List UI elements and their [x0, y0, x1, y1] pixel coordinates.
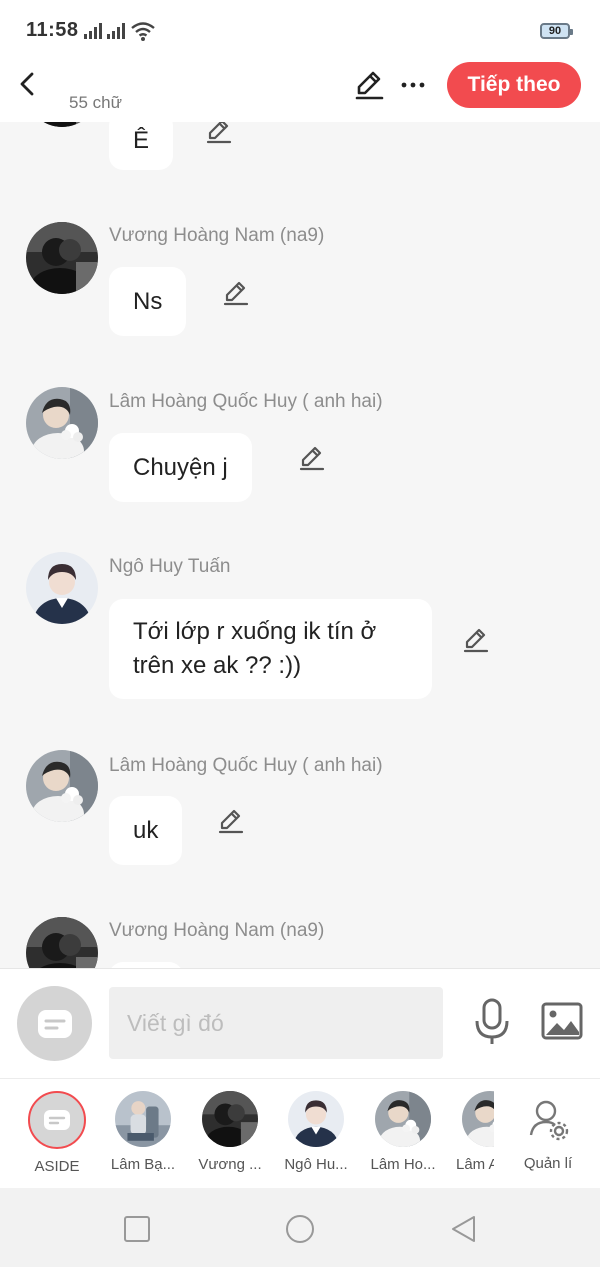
aside-button[interactable] [17, 986, 92, 1061]
back-arrow-icon[interactable] [14, 66, 44, 102]
next-button[interactable]: Tiếp theo [447, 62, 581, 108]
character-name: Quản lí [523, 1155, 573, 1172]
message-text: Ê [133, 127, 150, 154]
character-name: Lâm A [456, 1156, 494, 1173]
character-item[interactable]: Vương ... [187, 1091, 273, 1173]
word-count: 55 chữ [69, 93, 122, 112]
avatar[interactable] [26, 387, 98, 459]
character-item[interactable]: Lâm A [446, 1091, 494, 1173]
image-icon[interactable] [541, 1002, 583, 1040]
manage-user-icon [529, 1100, 569, 1141]
sender-name: Lâm Hoàng Quốc Huy ( anh hai) [109, 755, 383, 776]
avatar[interactable] [26, 750, 98, 822]
character-name: Lâm Bạ... [110, 1156, 176, 1173]
avatar [288, 1091, 344, 1147]
message-input[interactable] [109, 987, 443, 1059]
edit-pen-icon[interactable] [297, 443, 327, 473]
avatar [202, 1091, 258, 1147]
avatar [462, 1091, 494, 1147]
sender-name: Vương Hoàng Nam (na9) [109, 225, 325, 246]
message-bubble[interactable]: Tới lớp r xuống ik tín ở trên xe ak ?? :… [109, 599, 432, 699]
battery-icon: 90 [540, 23, 573, 39]
character-item[interactable]: Lâm Bạ... [100, 1091, 186, 1173]
character-aside[interactable]: ASIDE [14, 1091, 100, 1175]
sender-name: Ngô Huy Tuấn [109, 556, 231, 577]
pen-icon[interactable] [352, 68, 386, 102]
message-bubble[interactable]: uk [109, 796, 183, 865]
message-text: Chuyện j [133, 453, 228, 481]
character-name: Ngô Hu... [284, 1156, 348, 1173]
message-text-line: Tới lớp r xuống ik tín ở [133, 618, 377, 645]
edit-pen-icon[interactable] [204, 122, 234, 146]
more-icon[interactable] [398, 70, 428, 100]
character-name: Vương ... [198, 1156, 262, 1173]
wifi-icon [131, 22, 155, 41]
signal-icon [107, 23, 125, 39]
top-bar: 55 chữ Tiếp theo [0, 62, 600, 122]
sender-name: Vương Hoàng Nam (na9) [109, 920, 325, 941]
character-item[interactable]: Lâm Ho... [360, 1091, 446, 1173]
character-item[interactable]: Ngô Hu... [273, 1091, 359, 1173]
system-nav-bar [0, 1188, 600, 1267]
character-bar: ASIDE Lâm Bạ... Vương ... Ngô Hu... Lâm … [0, 1078, 600, 1188]
signal-icon [84, 23, 102, 39]
character-name: ASIDE [34, 1158, 80, 1175]
message-bubble[interactable]: Chuyện j [109, 433, 252, 502]
aside-avatar [28, 1091, 86, 1149]
character-name: Lâm Ho... [370, 1156, 436, 1173]
message-bubble[interactable]: Ê [109, 122, 174, 170]
home-icon[interactable] [285, 1214, 315, 1244]
message-bubble[interactable]: Ns [109, 267, 187, 336]
aside-icon [37, 1009, 72, 1038]
recent-apps-icon[interactable] [122, 1214, 152, 1244]
edit-pen-icon[interactable] [221, 278, 251, 308]
message-text: Ns [133, 287, 163, 315]
avatar[interactable] [26, 122, 98, 127]
avatar [115, 1091, 171, 1147]
avatar[interactable] [26, 552, 98, 624]
message-text-line: trên xe ak ?? :)) [133, 652, 302, 679]
sender-name: Lâm Hoàng Quốc Huy ( anh hai) [109, 391, 383, 412]
avatar [375, 1091, 431, 1147]
edit-pen-icon[interactable] [461, 625, 491, 655]
edit-pen-icon[interactable] [216, 806, 246, 836]
back-icon[interactable] [449, 1214, 479, 1244]
avatar[interactable] [26, 222, 98, 294]
battery-level: 90 [548, 25, 562, 37]
mic-icon[interactable] [472, 997, 512, 1047]
message-text: uk [133, 816, 159, 844]
status-time: 11:58 [26, 19, 79, 41]
composer [0, 968, 600, 1078]
status-bar: 11:58 90 [0, 0, 600, 62]
message-list[interactable]: Ê Vương Hoàng Nam (na9) Ns Lâm Hoàng Quố… [0, 122, 600, 968]
aside-icon [44, 1110, 70, 1130]
avatar[interactable] [26, 917, 98, 968]
manage-button[interactable]: Quản lí [505, 1091, 591, 1172]
